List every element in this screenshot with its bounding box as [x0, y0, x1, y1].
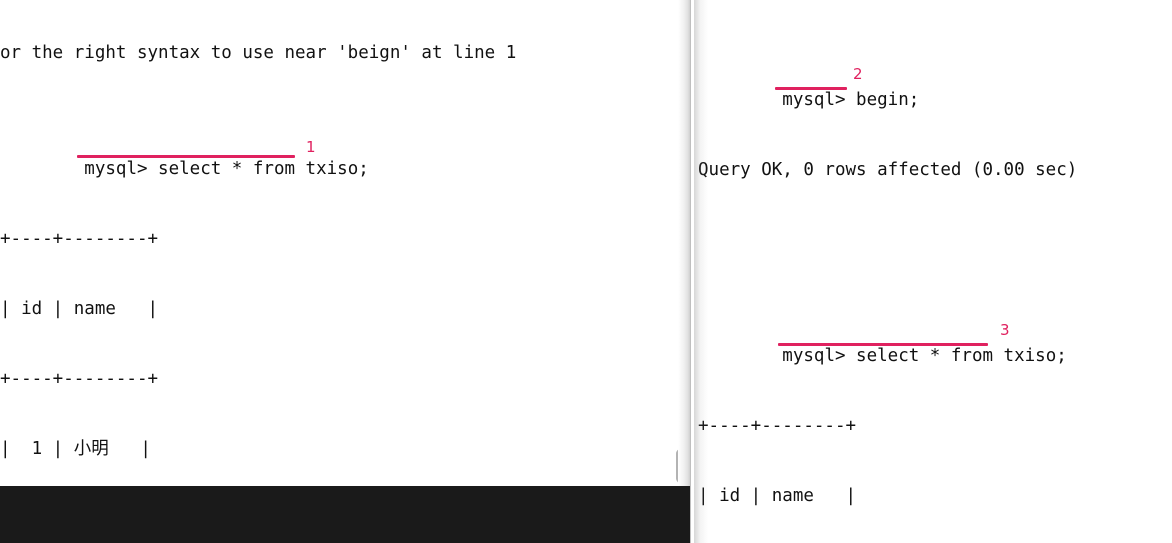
terminal-line-status: Query OK, 0 rows affected (0.00 sec)	[698, 160, 1078, 181]
terminal-line-command: mysql> select * from txiso; 3	[698, 321, 1077, 366]
annotation-underline-2	[775, 86, 847, 90]
left-window-right-edge	[690, 0, 691, 543]
screenshot-root: or the right syntax to use near 'beign' …	[0, 0, 1172, 543]
command-text: mysql> select * from txiso;	[84, 159, 369, 180]
terminal-line-table-header: | id | name |	[698, 486, 857, 507]
left-terminal-output[interactable]: or the right syntax to use near 'beign' …	[0, 0, 520, 486]
terminal-line: +----+--------+	[0, 228, 159, 249]
terminal-line-command: mysql> begin; 2	[698, 64, 1077, 110]
desktop-background-strip	[0, 486, 690, 543]
table-row: | 1 | 小明 |	[0, 438, 151, 459]
annotation-marker-3: 3	[1000, 321, 1010, 340]
terminal-line: +----+--------+	[0, 368, 159, 389]
command-text: mysql> select * from txiso;	[782, 346, 1067, 367]
left-terminal-window[interactable]: or the right syntax to use near 'beign' …	[0, 0, 678, 486]
right-terminal-output[interactable]: mysql> begin; 2 Query OK, 0 rows affecte…	[698, 0, 1077, 543]
annotation-underline-3	[778, 343, 988, 347]
annotation-marker-2: 2	[853, 64, 863, 83]
terminal-line: or the right syntax to use near 'beign' …	[0, 42, 517, 63]
terminal-line-command: mysql> select * from txiso; 1	[0, 135, 520, 179]
terminal-line-table-header: | id | name |	[0, 298, 159, 319]
window-gutter	[678, 0, 690, 543]
terminal-line: +----+--------+	[698, 416, 857, 437]
annotation-underline-1	[77, 154, 295, 158]
annotation-marker-1: 1	[306, 137, 316, 156]
right-terminal-window[interactable]: mysql> begin; 2 Query OK, 0 rows affecte…	[692, 0, 1172, 543]
command-text: mysql> begin;	[782, 90, 920, 111]
